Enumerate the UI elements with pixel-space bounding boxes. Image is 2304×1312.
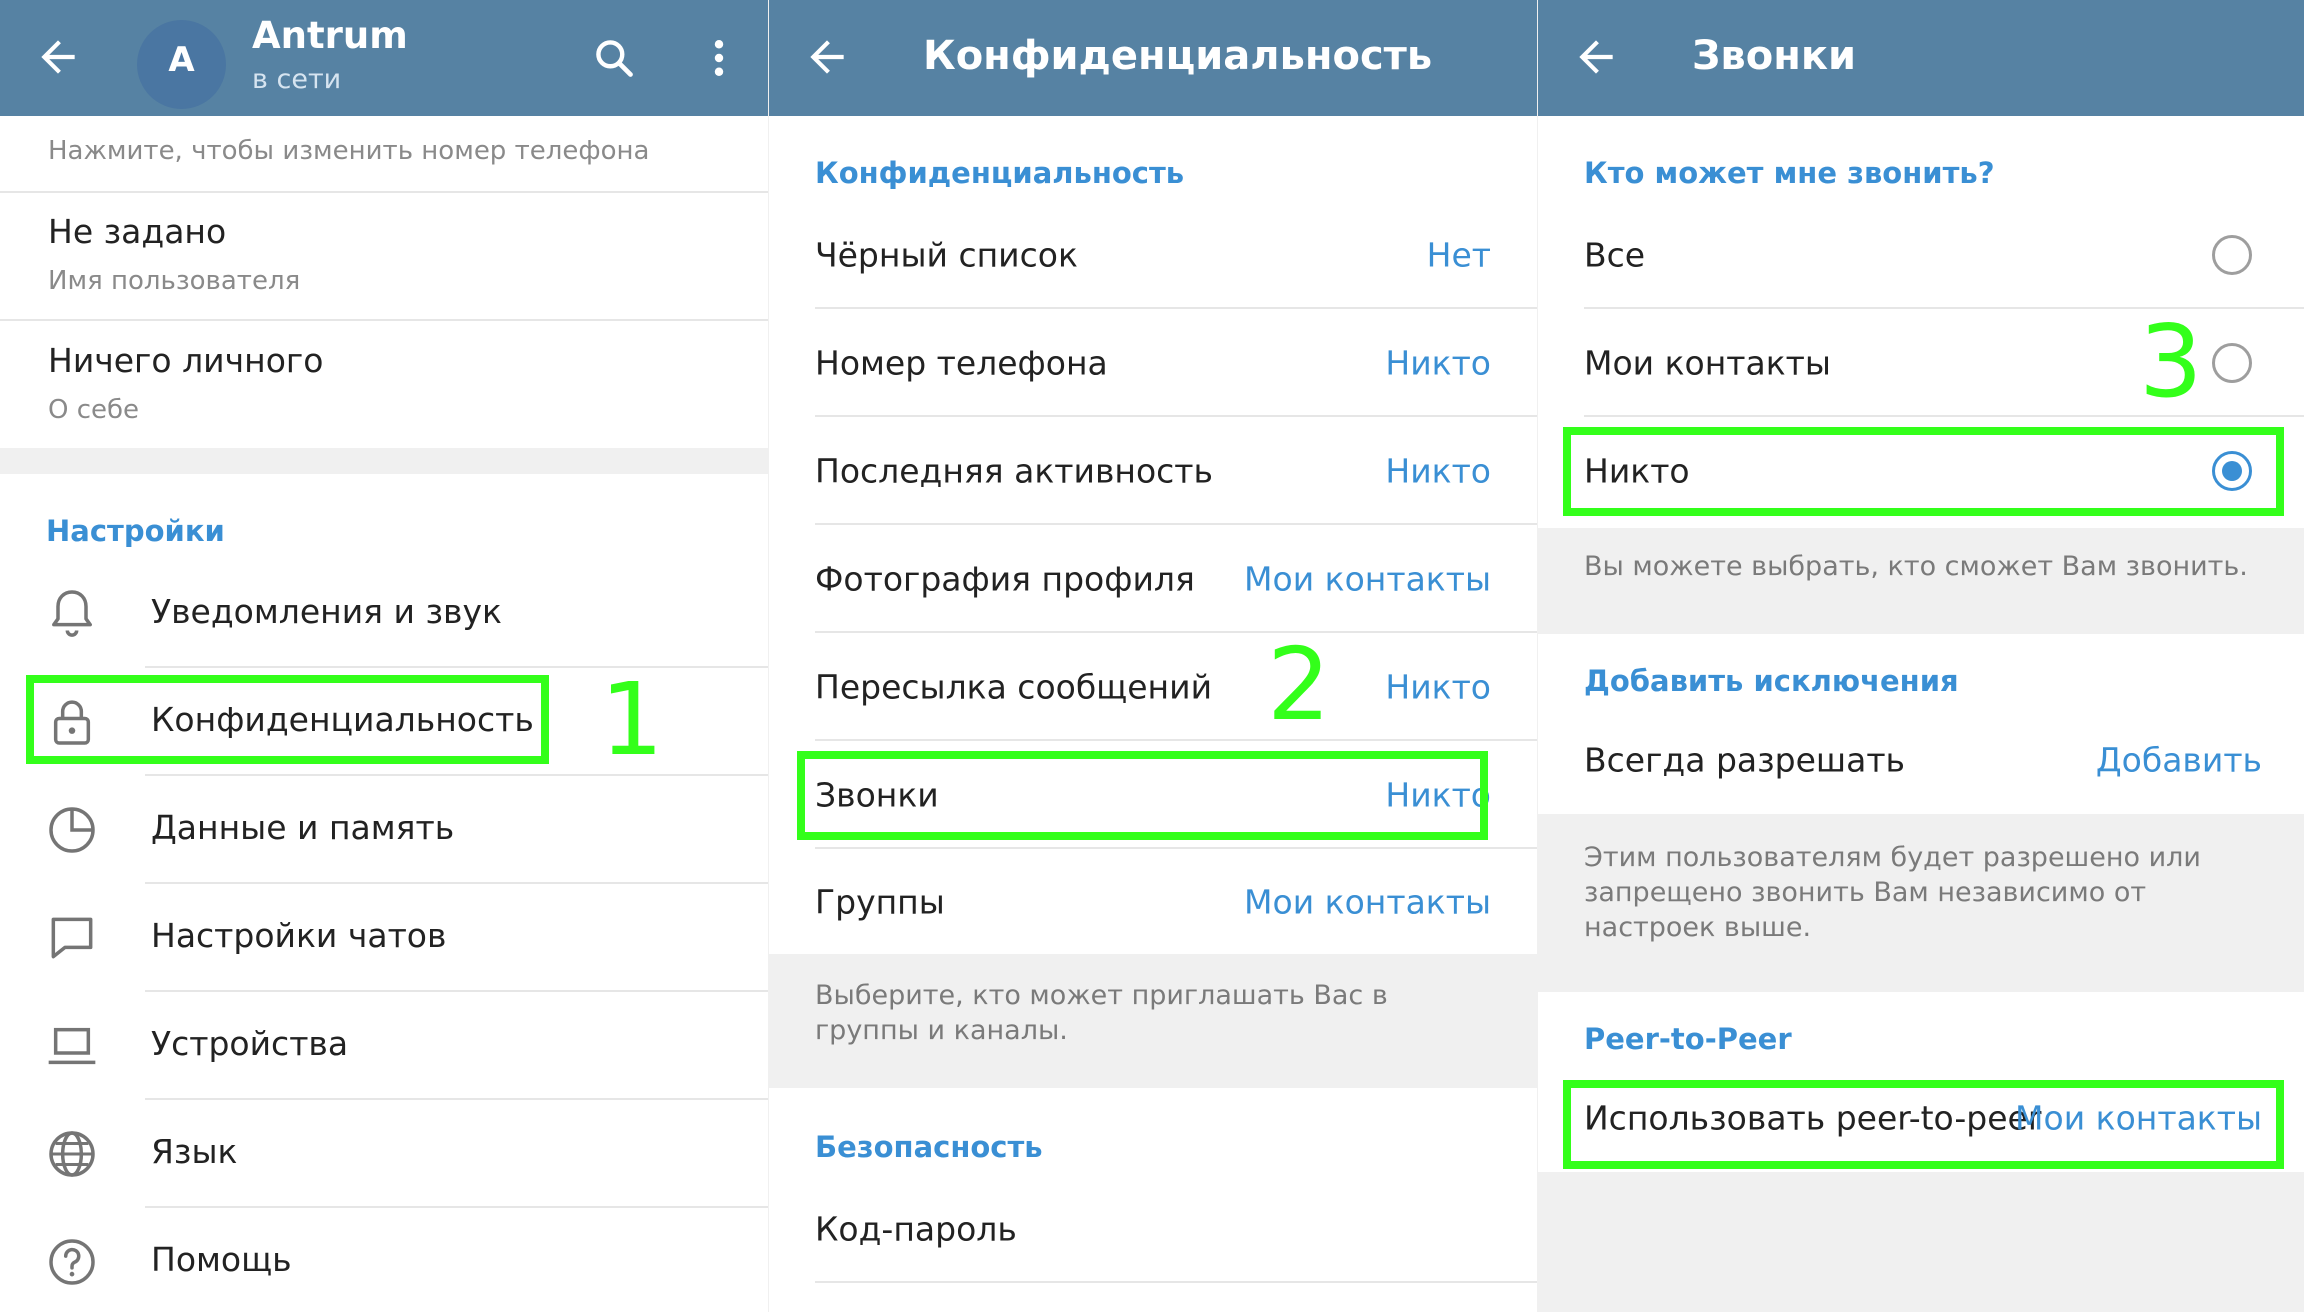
bio-label: О себе: [48, 395, 140, 425]
profile-status: в сети: [252, 64, 342, 95]
username-label: Имя пользователя: [48, 266, 301, 296]
radio-everybody[interactable]: [2212, 235, 2252, 275]
profile-name: Antrum: [252, 14, 408, 57]
always-allow-row[interactable]: Всегда разрешать Добавить: [1538, 706, 2304, 814]
step-number-2: 2: [1267, 626, 1331, 743]
row-value: Мои контакты: [1244, 882, 1491, 921]
security-row-passcode[interactable]: Код-пароль: [769, 1175, 1537, 1283]
settings-item-notifications[interactable]: Уведомления и звук: [151, 592, 502, 631]
highlight-p2p: [1563, 1080, 2284, 1169]
chat-bubble-icon: [51, 917, 93, 959]
row-value: Мои контакты: [1244, 559, 1491, 599]
row-value: Никто: [1385, 343, 1491, 383]
exceptions-title: Добавить исключения: [1584, 664, 1959, 698]
globe-icon: [49, 1131, 95, 1177]
back-arrow-icon[interactable]: [33, 32, 83, 82]
add-exception-button[interactable]: Добавить: [2096, 741, 2262, 780]
privacy-row-groups[interactable]: Группы Мои контакты: [769, 849, 1537, 954]
who-can-call-note: Вы можете выбрать, кто сможет Вам звонит…: [1584, 551, 2248, 582]
settings-panel: A Antrum в сети Нажмите, чтобы изменить …: [0, 0, 768, 1312]
privacy-row-profile-photo[interactable]: Фотография профиля Мои контакты: [769, 525, 1537, 633]
settings-item-data-storage[interactable]: Данные и память: [151, 808, 454, 847]
profile-info-block: Нажмите, чтобы изменить номер телефона Н…: [0, 116, 768, 448]
laptop-icon: [48, 1027, 96, 1065]
row-label: Последняя активность: [815, 451, 1213, 491]
avatar-letter: A: [168, 40, 195, 80]
settings-item-language[interactable]: Язык: [151, 1132, 237, 1171]
who-can-call-title: Кто может мне звонить?: [1584, 156, 1995, 190]
page-title: Звонки: [1692, 33, 1857, 79]
row-label: Группы: [815, 882, 945, 921]
radio-contacts[interactable]: [2212, 343, 2252, 383]
profile-header: A Antrum в сети: [0, 0, 768, 116]
row-label: Фотография профиля: [815, 559, 1195, 599]
pie-chart-icon: [49, 807, 95, 853]
privacy-section-title: Конфиденциальность: [815, 156, 1185, 190]
p2p-title: Peer-to-Peer: [1584, 1022, 1792, 1056]
settings-item-chat-settings[interactable]: Настройки чатов: [151, 916, 446, 955]
privacy-row-last-seen[interactable]: Последняя активность Никто: [769, 417, 1537, 525]
option-label: Мои контакты: [1584, 343, 1831, 383]
privacy-row-forwarding[interactable]: Пересылка сообщений Никто: [769, 633, 1537, 741]
settings-section-title: Настройки: [46, 514, 225, 548]
privacy-row-blacklist[interactable]: Чёрный список Нет: [769, 201, 1537, 309]
security-section-title: Безопасность: [815, 1130, 1043, 1164]
row-value: Никто: [1385, 667, 1491, 707]
privacy-panel: Конфиденциальность Конфиденциальность Чё…: [769, 0, 1537, 1312]
call-option-everybody[interactable]: Все: [1538, 201, 2304, 309]
phone-hint[interactable]: Нажмите, чтобы изменить номер телефона: [48, 136, 649, 166]
row-label: Номер телефона: [815, 343, 1108, 383]
settings-list: Настройки Уведомления и звук Конфиденциа…: [0, 474, 768, 1312]
step-number-1: 1: [600, 661, 664, 778]
exceptions-note: Этим пользователям будет разрешено или з…: [1584, 842, 2201, 943]
bio-value[interactable]: Ничего личного: [48, 341, 323, 380]
avatar[interactable]: A: [137, 20, 226, 109]
highlight-privacy: [26, 675, 549, 764]
row-label: Код-пароль: [815, 1209, 1017, 1249]
security-block: Безопасность Код-пароль: [769, 1088, 1537, 1312]
row-label: Всегда разрешать: [1584, 740, 1906, 780]
row-label: Пересылка сообщений: [815, 667, 1213, 707]
username-value[interactable]: Не задано: [48, 212, 226, 251]
settings-item-help[interactable]: Помощь: [151, 1240, 292, 1279]
help-icon: [49, 1239, 95, 1285]
highlight-calls: [797, 751, 1488, 840]
calls-panel: Звонки Кто может мне звонить? Все Мои ко…: [1538, 0, 2304, 1312]
calls-header: Звонки: [1538, 0, 2304, 116]
settings-item-devices[interactable]: Устройства: [151, 1024, 348, 1063]
row-value: Нет: [1426, 235, 1491, 275]
exceptions-block: Добавить исключения Всегда разрешать Доб…: [1538, 634, 2304, 814]
page-title: Конфиденциальность: [923, 33, 1433, 79]
highlight-nobody: [1563, 427, 2284, 516]
back-arrow-icon[interactable]: [1571, 32, 1621, 82]
step-number-3: 3: [2139, 303, 2203, 420]
bell-icon: [52, 590, 92, 637]
option-label: Все: [1584, 235, 1646, 275]
more-vertical-icon[interactable]: [697, 33, 741, 83]
row-value: Никто: [1385, 451, 1491, 491]
row-label: Чёрный список: [815, 235, 1078, 275]
privacy-header: Конфиденциальность: [769, 0, 1537, 116]
search-icon[interactable]: [592, 36, 636, 80]
privacy-row-phone-number[interactable]: Номер телефона Никто: [769, 309, 1537, 417]
groups-note: Выберите, кто может приглашать Вас в гру…: [815, 980, 1388, 1046]
back-arrow-icon[interactable]: [802, 32, 852, 82]
